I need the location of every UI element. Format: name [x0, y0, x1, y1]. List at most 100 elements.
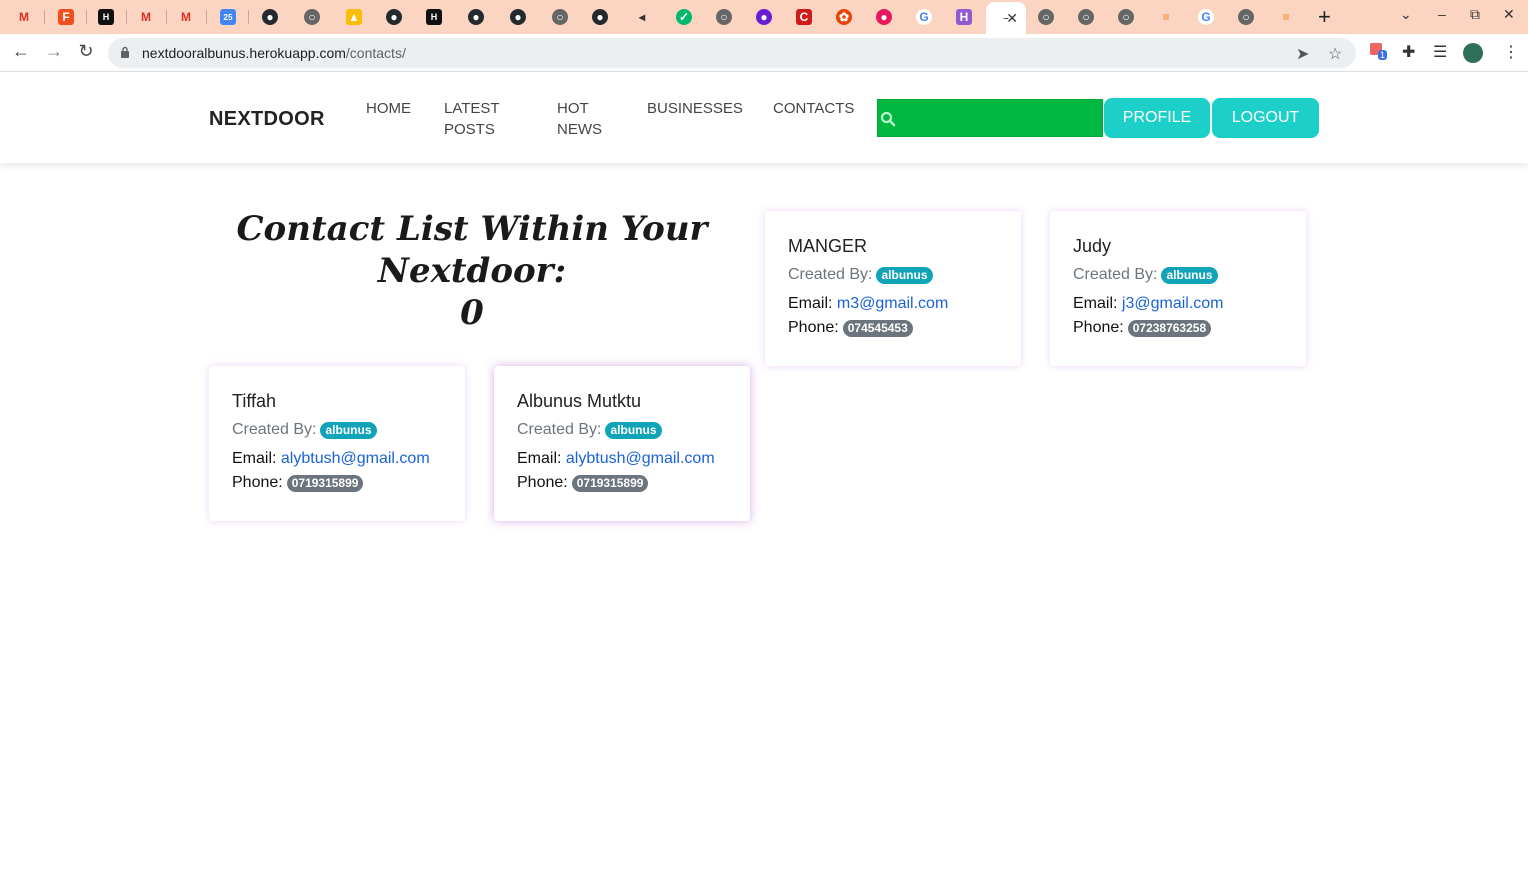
email-row: Email: alybtush@gmail.com [517, 450, 715, 467]
forward-icon[interactable]: → [42, 41, 66, 62]
browser-tab[interactable]: G [1186, 4, 1226, 30]
globe-icon: ○ [1238, 9, 1254, 25]
brand-logo[interactable]: NEXTDOOR [209, 108, 325, 131]
browser-tab[interactable]: 25 [208, 4, 248, 30]
browser-tab[interactable]: C [784, 4, 824, 30]
nav-home[interactable]: HOME [366, 98, 411, 119]
tab-search-icon[interactable]: ⌄ [1400, 6, 1412, 23]
contact-card: Tiffah Created By: albunus Email: alybtus… [209, 366, 465, 521]
star-icon[interactable]: ☆ [1328, 44, 1342, 64]
browser-tab[interactable]: ○ [1106, 4, 1146, 30]
audio-icon: ◂ [638, 10, 646, 24]
phone-badge: 0719315899 [571, 474, 649, 492]
browser-tab[interactable]: ○ [1026, 4, 1066, 30]
phone-badge: 074545453 [842, 319, 913, 337]
browser-tab[interactable]: H [414, 4, 454, 30]
contact-name: Judy [1073, 236, 1112, 256]
send-icon[interactable]: ➤ [1296, 44, 1309, 64]
nav-latest-posts[interactable]: LATEST POSTS [444, 98, 500, 140]
browser-tab[interactable]: ○ [1226, 4, 1266, 30]
contact-card: Albunus Mutktu Created By: albunus Email:… [494, 366, 750, 521]
browser-tab[interactable]: ● [498, 4, 538, 30]
browser-tab[interactable]: G [904, 4, 944, 30]
browser-tab[interactable]: M [4, 4, 44, 30]
browser-tab[interactable]: M [126, 4, 166, 30]
globe-icon: ○ [716, 9, 732, 25]
close-window-icon[interactable]: ✕ [1503, 6, 1515, 23]
phone-badge: 0719315899 [286, 474, 364, 492]
gmail-icon: M [141, 10, 151, 24]
search-icon [880, 111, 896, 127]
browser-tab[interactable]: H [86, 4, 126, 30]
back-icon[interactable]: ← [9, 41, 33, 62]
globe-icon: ○ [1078, 9, 1094, 25]
created-by-row: Created By: albunus [232, 420, 442, 440]
search-input[interactable] [902, 104, 1098, 132]
stack-icon: ≡ [1282, 10, 1290, 24]
minimize-icon[interactable]: – [1438, 6, 1446, 22]
logout-button[interactable]: LOGOUT [1212, 98, 1319, 138]
nav-hot-news[interactable]: HOT NEWS [557, 98, 602, 140]
browser-tab[interactable]: M [166, 4, 206, 30]
avatar[interactable] [1463, 43, 1483, 68]
calendar-icon: 25 [220, 9, 236, 25]
google-icon: G [916, 9, 932, 25]
reload-icon[interactable]: ↻ [74, 41, 98, 62]
globe-icon: ○ [1118, 9, 1134, 25]
github-icon: ● [262, 9, 278, 25]
email-link[interactable]: j3@gmail.com [1122, 295, 1224, 312]
creator-badge: albunus [605, 421, 662, 439]
globe-icon: ○ [1038, 9, 1054, 25]
browser-tab[interactable]: ● [744, 4, 784, 30]
contact-name: Tiffah [232, 391, 277, 411]
browser-tab[interactable]: ○ [540, 4, 580, 30]
email-link[interactable]: alybtush@gmail.com [566, 450, 715, 467]
browser-tab-active[interactable]: – ✕ [986, 2, 1026, 34]
browser-tab[interactable]: ≡ [1266, 4, 1306, 30]
browser-tab[interactable]: ✓ [664, 4, 704, 30]
browser-tab[interactable]: ● [864, 4, 904, 30]
app-icon: ✓ [676, 9, 692, 25]
close-tab-icon[interactable]: ✕ [1006, 10, 1018, 27]
extension-badge: 1 [1378, 50, 1388, 60]
extension-icon[interactable]: 1 [1370, 42, 1388, 60]
browser-tab[interactable]: ○ [704, 4, 744, 30]
created-by-row: Created By: albunus [517, 420, 727, 440]
github-icon: ● [386, 9, 402, 25]
email-link[interactable]: m3@gmail.com [837, 295, 948, 312]
email-link[interactable]: alybtush@gmail.com [281, 450, 430, 467]
browser-tab[interactable]: ✿ [824, 4, 864, 30]
phone-row: Phone: 0719315899 [517, 473, 727, 493]
nav-businesses[interactable]: BUSINESSES [647, 98, 743, 119]
created-by-row: Created By: albunus [788, 265, 998, 285]
app-icon: H [98, 9, 114, 25]
browser-tab[interactable]: ● [374, 4, 414, 30]
kebab-icon[interactable]: ⋮ [1503, 42, 1519, 62]
browser-tab[interactable]: F [46, 4, 86, 30]
new-tab-icon[interactable]: + [1318, 6, 1331, 28]
playlist-icon[interactable]: ☰ [1433, 42, 1447, 62]
site-navbar: NEXTDOOR HOME LATEST POSTS HOT NEWS BUSINE… [0, 73, 1528, 163]
puzzle-icon[interactable]: ✚ [1402, 42, 1415, 62]
browser-tab[interactable]: ○ [292, 4, 332, 30]
browser-tab[interactable]: ○ [1066, 4, 1106, 30]
browser-tab[interactable]: ● [250, 4, 290, 30]
address-bar[interactable]: nextdooralbunus.herokuapp.com/contacts/ … [108, 38, 1356, 68]
github-icon: ● [510, 9, 526, 25]
browser-tab[interactable]: H [944, 4, 984, 30]
browser-tab[interactable]: ≡ [1146, 4, 1186, 30]
contact-name: MANGER [788, 236, 868, 256]
globe-icon: ○ [552, 9, 568, 25]
phone-row: Phone: 07238763258 [1073, 318, 1283, 338]
phone-row: Phone: 0719315899 [232, 473, 442, 493]
browser-tab[interactable]: ● [580, 4, 620, 30]
browser-tab[interactable]: ◂ [622, 4, 662, 30]
nav-contacts[interactable]: CONTACTS [773, 98, 854, 119]
profile-button[interactable]: PROFILE [1104, 98, 1210, 138]
drive-icon: ▲ [346, 9, 362, 25]
restore-icon[interactable]: ⧉ [1470, 6, 1480, 23]
app-icon: ● [756, 9, 772, 25]
browser-tab[interactable]: ▲ [334, 4, 374, 30]
browser-tab[interactable]: ● [456, 4, 496, 30]
app-icon: C [796, 9, 812, 25]
